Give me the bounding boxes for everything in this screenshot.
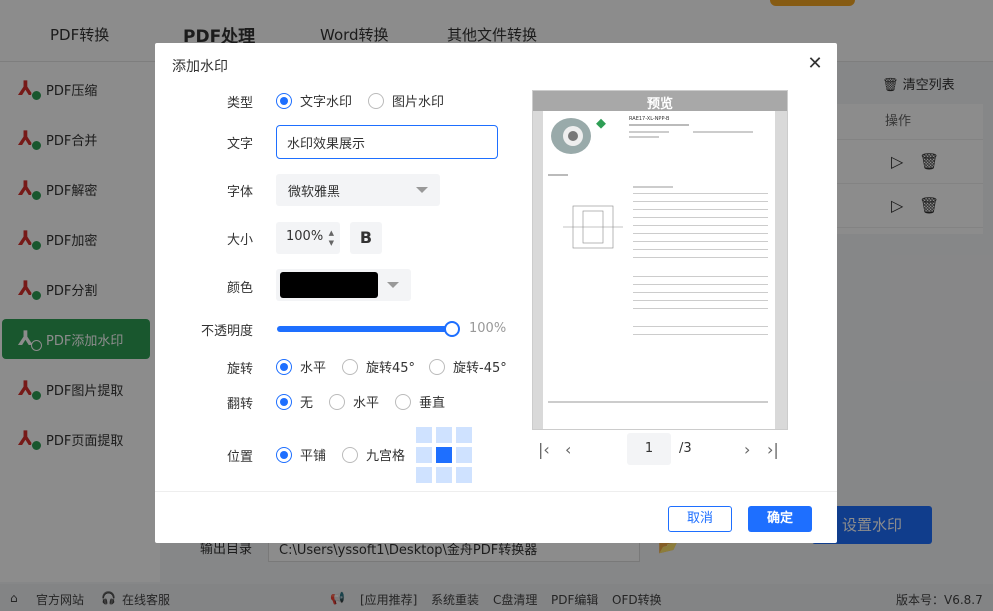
size-stepper[interactable]: 100% ▲ ▼ — [276, 222, 340, 254]
bold-button[interactable]: B — [350, 222, 382, 254]
radio-label: 无 — [300, 396, 314, 411]
close-icon[interactable]: ✕ — [805, 55, 825, 73]
radio-label: 旋转-45° — [453, 361, 507, 376]
dialog-title: 添加水印 — [172, 59, 228, 75]
preview-header: 预览 — [533, 91, 787, 112]
grid-cell[interactable] — [416, 427, 432, 443]
grid-cell[interactable] — [436, 427, 452, 443]
font-value: 微软雅黑 — [288, 185, 341, 200]
text-label: 文字 — [226, 137, 253, 152]
cancel-button[interactable]: 取消 — [668, 506, 732, 532]
color-picker[interactable] — [276, 269, 411, 301]
radio-rotate-45[interactable]: 旋转45° — [342, 357, 415, 376]
chevron-down-icon — [416, 187, 428, 193]
arrow-down-icon[interactable]: ▼ — [329, 240, 334, 247]
radio-flip-vertical[interactable]: 垂直 — [395, 392, 445, 411]
radio-image-watermark[interactable]: 图片水印 — [368, 91, 444, 110]
grid-cell-selected[interactable] — [436, 447, 452, 463]
radio-label: 图片水印 — [392, 95, 445, 110]
preview-title: 预览 — [646, 97, 673, 112]
radio-position-grid[interactable]: 九宫格 — [342, 445, 405, 464]
page-total: /3 — [679, 441, 692, 456]
size-label: 大小 — [226, 233, 253, 248]
watermark-text-input[interactable]: 水印效果展示 — [276, 125, 498, 159]
color-label: 颜色 — [226, 281, 253, 296]
radio-label: 文字水印 — [300, 95, 353, 110]
font-select[interactable]: 微软雅黑 — [276, 174, 440, 206]
radio-label: 水平 — [300, 361, 327, 376]
radio-flip-horizontal[interactable]: 水平 — [329, 392, 379, 411]
position-label: 位置 — [226, 450, 253, 465]
radio-flip-none[interactable]: 无 — [276, 392, 313, 411]
rotate-label: 旋转 — [226, 362, 253, 377]
grid-cell[interactable] — [436, 467, 452, 483]
grid-cell[interactable] — [456, 427, 472, 443]
first-page-icon[interactable]: |‹ — [538, 440, 550, 459]
radio-label: 旋转45° — [366, 361, 416, 376]
last-page-icon[interactable]: ›| — [767, 440, 779, 459]
position-grid — [416, 427, 472, 483]
color-swatch — [280, 272, 378, 298]
opacity-value: 100% — [469, 321, 507, 336]
radio-label: 垂直 — [419, 396, 446, 411]
radio-rotate-horizontal[interactable]: 水平 — [276, 357, 326, 376]
grid-cell[interactable] — [456, 467, 472, 483]
next-page-icon[interactable]: › — [744, 440, 750, 459]
radio-label: 水平 — [353, 396, 380, 411]
opacity-slider[interactable] — [277, 321, 460, 337]
ok-button[interactable]: 确定 — [748, 506, 812, 532]
type-label: 类型 — [226, 96, 253, 111]
radio-label: 平铺 — [300, 449, 327, 464]
radio-rotate-neg45[interactable]: 旋转-45° — [429, 357, 507, 376]
chevron-down-icon — [387, 282, 399, 288]
page-number-input[interactable]: 1 — [627, 433, 671, 465]
grid-cell[interactable] — [416, 467, 432, 483]
dialog-divider — [155, 491, 837, 492]
preview-page: RAE17-XL-NPP-B — [543, 111, 775, 429]
grid-cell[interactable] — [456, 447, 472, 463]
preview-document-image: RAE17-XL-NPP-B — [548, 116, 768, 403]
size-value: 100% — [286, 229, 324, 244]
arrow-up-icon[interactable]: ▲ — [329, 230, 334, 237]
radio-label: 九宫格 — [366, 449, 406, 464]
grid-cell[interactable] — [416, 447, 432, 463]
watermark-dialog: 添加水印 ✕ 类型 文字水印 图片水印 文字 水印效果展示 字体 微软雅黑 大小… — [155, 43, 837, 543]
radio-text-watermark[interactable]: 文字水印 — [276, 91, 352, 110]
preview-panel: 预览 RAE17-XL-NPP-B — [532, 90, 788, 430]
prev-page-icon[interactable]: ‹ — [565, 440, 571, 459]
opacity-label: 不透明度 — [200, 324, 253, 339]
font-label: 字体 — [226, 185, 253, 200]
preview-doc-title: RAE17-XL-NPP-B — [629, 116, 670, 122]
slider-handle[interactable] — [444, 321, 460, 337]
flip-label: 翻转 — [226, 397, 253, 412]
radio-position-tile[interactable]: 平铺 — [276, 445, 326, 464]
